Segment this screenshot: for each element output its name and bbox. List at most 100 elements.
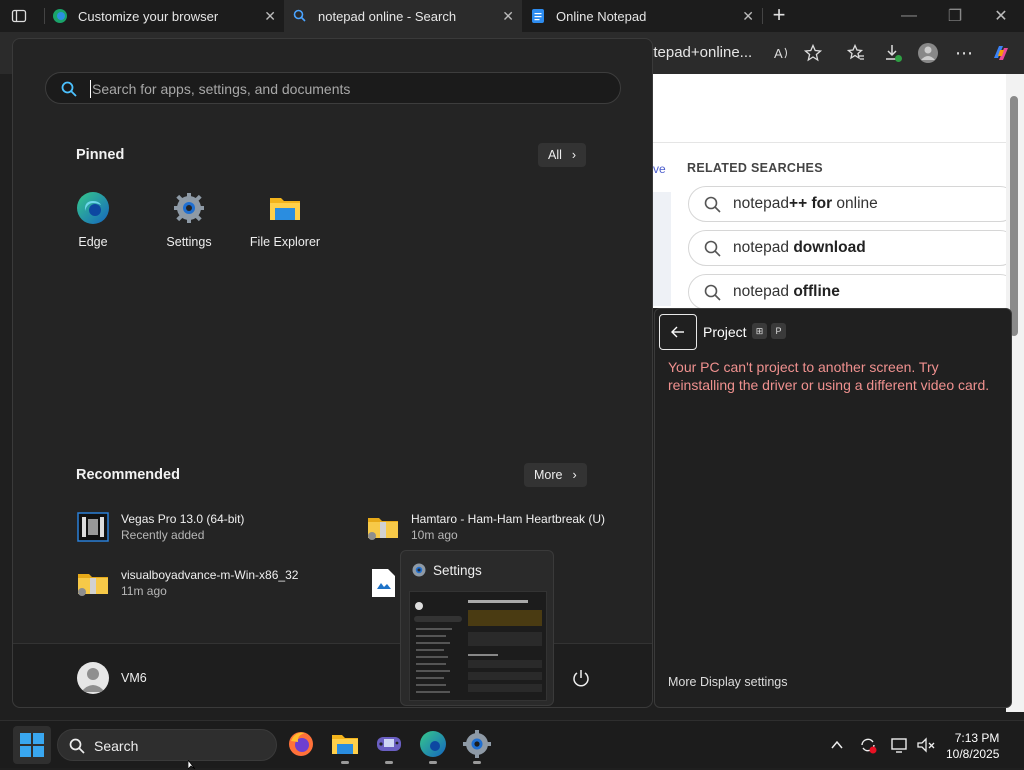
start-menu: Search for apps, settings, and documents… [12,38,653,708]
settings-gear-icon [463,730,491,758]
tab-customize-browser[interactable]: Customize your browser ✕ [44,0,284,32]
windows-key-icon: ⊞ [752,323,767,339]
tab-title: notepad online - Search [318,8,457,24]
windows-logo-icon [20,733,44,757]
address-bar-text[interactable]: otepad+online... [645,44,752,61]
read-aloud-icon[interactable]: A [771,42,793,64]
pinned-app-file-explorer[interactable]: File Explorer [237,191,333,249]
restore-icon[interactable]: ❐ [944,5,966,27]
favorite-star-icon[interactable] [802,42,824,64]
related-search-pill[interactable]: notepad ++ for online [688,186,1018,222]
pinned-title: Pinned [76,147,125,163]
preview-title: Settings [433,563,482,578]
window-close-icon[interactable]: ✕ [990,5,1012,27]
scrollbar-thumb[interactable] [1010,96,1018,336]
more-display-settings-link[interactable]: More Display settings [668,675,788,689]
zip-folder-icon [78,574,108,596]
downloads-icon[interactable] [882,42,904,64]
related-search-pill[interactable]: notepad offline [688,274,1018,310]
search-icon [293,9,306,22]
edge-icon [77,192,109,224]
chevron-right-icon: › [571,148,577,162]
taskbar-settings[interactable] [462,729,492,764]
copilot-icon[interactable] [990,42,1012,64]
profile-avatar-icon[interactable] [917,42,939,64]
chevron-right-icon: › [572,468,577,482]
browser-tab-bar: Customize your browser ✕ notepad online … [0,0,1024,32]
volume-muted-icon[interactable] [916,735,936,755]
tab-title: Online Notepad [556,8,647,24]
favorites-list-icon[interactable] [845,42,867,64]
clock-time: 7:13 PM [954,731,1000,745]
start-footer: VM6 [13,643,652,707]
app-label: Settings [166,235,212,249]
tab-notepad-search[interactable]: notepad online - Search ✕ [284,0,522,32]
search-icon [69,738,85,754]
taskbar-edge[interactable] [418,729,448,764]
settings-gear-icon [174,193,204,223]
taskbar-clock[interactable]: 7:13 PM 10/8/2025 [946,730,999,762]
project-error-message: Your PC can't project to another screen.… [668,359,990,393]
close-tab-icon[interactable]: ✕ [264,8,276,25]
recommended-item[interactable]: visualboyadvance-m-Win-x86_32 11m ago [77,567,298,599]
edge-icon [53,9,67,23]
arrow-left-icon [671,326,684,338]
zip-folder-icon [368,518,398,540]
folder-icon [332,735,358,754]
app-label: Edge [78,235,108,249]
taskbar: Search 7:13 PM 10/8/2025 [0,720,1024,768]
power-icon[interactable] [571,668,591,688]
all-apps-button[interactable]: All › [538,143,587,167]
taskbar-file-explorer[interactable] [330,729,360,764]
pinned-app-settings[interactable]: Settings [141,191,237,249]
p-key-badge: P [771,323,786,339]
svg-text:A: A [774,46,783,61]
mouse-cursor-icon [188,760,196,770]
image-file-icon [372,569,395,597]
edge-icon [420,731,446,757]
recommended-item[interactable]: Vegas Pro 13.0 (64-bit) Recently added [77,511,244,543]
avatar[interactable] [77,662,109,694]
taskbar-search[interactable]: Search [57,729,277,761]
sync-error-icon[interactable] [858,735,878,755]
notepad-doc-icon [532,9,544,23]
network-icon[interactable] [890,735,910,755]
user-name[interactable]: VM6 [121,671,147,685]
search-placeholder: Search for apps, settings, and documents [92,81,351,97]
start-button[interactable] [13,726,51,764]
search-icon [61,81,77,97]
close-tab-icon[interactable]: ✕ [502,8,514,25]
tab-online-notepad[interactable]: Online Notepad ✕ [522,0,762,32]
app-label: File Explorer [249,235,321,249]
close-tab-icon[interactable]: ✕ [742,8,754,25]
project-title: Project [703,324,747,340]
recommended-title: Recommended [76,467,180,483]
related-search-pill[interactable]: notepad download [688,230,1018,266]
pinned-app-edge[interactable]: Edge [45,191,141,249]
firefox-icon [289,732,313,756]
search-icon [704,284,721,301]
minimize-icon[interactable]: — [898,5,920,27]
preview-image [409,591,547,701]
new-tab-button[interactable]: + [768,2,790,27]
recommended-item[interactable]: Hamtaro - Ham-Ham Heartbreak (U) 10m ago [367,511,605,543]
search-results-page: ve RELATED SEARCHES notepad ++ for online… [653,74,1018,310]
truncated-link[interactable]: ve [653,162,666,176]
start-search-input[interactable]: Search for apps, settings, and documents [45,72,621,104]
folder-icon [270,198,300,220]
chevron-up-icon[interactable] [827,735,847,755]
tab-title: Customize your browser [78,8,219,24]
more-menu-icon[interactable]: ⋯ [953,42,975,64]
gameboy-advance-icon [377,737,401,751]
back-button[interactable] [659,314,697,350]
more-button[interactable]: More › [524,463,587,487]
film-icon [77,512,109,542]
related-searches-title: RELATED SEARCHES [687,161,823,175]
settings-window-preview[interactable]: Settings [400,550,554,706]
tab-actions-icon[interactable] [8,5,30,27]
settings-gear-icon [412,563,426,577]
taskbar-emulator[interactable] [374,729,404,764]
taskbar-firefox[interactable] [286,729,316,759]
search-icon [704,196,721,213]
project-panel: Project ⊞ P Your PC can't project to ano… [654,308,1012,708]
